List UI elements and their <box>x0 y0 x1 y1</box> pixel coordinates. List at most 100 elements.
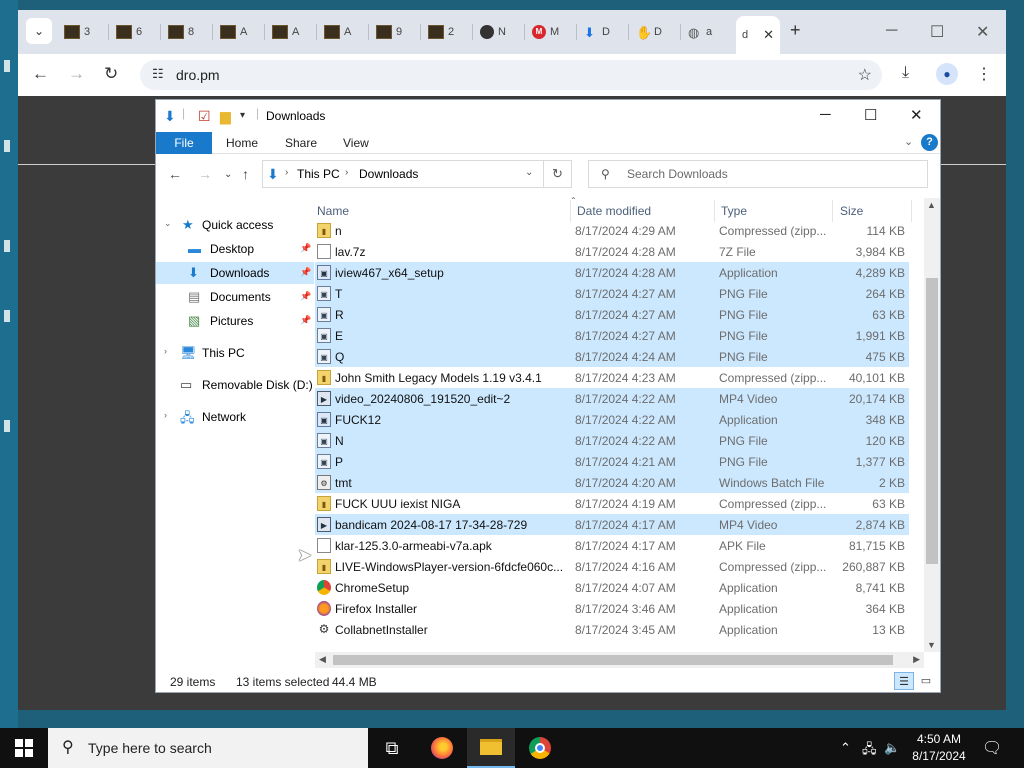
bookmark-star-icon[interactable]: ☆ <box>858 65 872 85</box>
column-divider[interactable] <box>832 200 833 222</box>
expand-ribbon-icon[interactable]: ⌄ <box>904 135 913 148</box>
desktop-icon[interactable] <box>4 60 10 72</box>
tray-chevron-icon[interactable]: ⌃ <box>840 740 851 756</box>
file-row[interactable]: ChromeSetup 8/17/2024 4:07 AM Application 8… <box>315 577 909 598</box>
nav-removable-disk[interactable]: ▭ Removable Disk (D:) <box>156 374 314 396</box>
tab-share[interactable]: Share <box>285 136 317 150</box>
up-button[interactable]: ↑ <box>242 166 249 182</box>
tab-view[interactable]: View <box>343 136 369 150</box>
file-row[interactable]: klar-125.3.0-armeabi-v7a.apk 8/17/2024 4:… <box>315 535 909 556</box>
url-text[interactable]: dro.pm <box>176 67 220 83</box>
breadcrumb-this-pc[interactable]: This PC <box>297 167 340 181</box>
volume-muted-icon[interactable]: 🔈 <box>884 740 900 756</box>
vertical-scrollbar[interactable]: ▲ ▼ <box>924 198 940 652</box>
site-info-icon[interactable]: ☷ <box>152 66 164 82</box>
system-clock[interactable]: 4:50 AM 8/17/2024 <box>908 731 970 765</box>
new-tab-button[interactable]: + <box>790 20 801 41</box>
file-row[interactable]: Firefox Installer 8/17/2024 3:46 AM Applic… <box>315 598 909 619</box>
taskbar-file-explorer[interactable] <box>467 728 515 768</box>
new-folder-icon[interactable]: ▆ <box>220 108 231 125</box>
browser-tab[interactable]: 6 <box>110 18 142 46</box>
close-window-button[interactable]: ✕ <box>910 106 923 124</box>
file-row[interactable]: ▣ Q 8/17/2024 4:24 AM PNG File 475 KB <box>315 346 909 367</box>
forward-button[interactable]: → <box>68 64 85 84</box>
browser-tab[interactable]: A <box>266 18 299 46</box>
back-button[interactable]: ← <box>32 64 49 84</box>
file-row[interactable]: ⚙ CollabnetInstaller 8/17/2024 3:45 AM Appl… <box>315 619 909 640</box>
minimize-button[interactable]: ─ <box>820 106 831 123</box>
file-row[interactable]: ▶ video_20240806_191520_edit~2 8/17/2024 4… <box>315 388 909 409</box>
file-row[interactable]: lav.7z 8/17/2024 4:28 AM 7Z File 3,984 KB <box>315 241 909 262</box>
desktop-icon[interactable] <box>4 310 10 322</box>
network-icon[interactable]: 🖧 <box>862 740 877 762</box>
address-dropdown-icon[interactable]: ⌄ <box>525 167 533 178</box>
nav-documents[interactable]: ▤ Documents 📌 <box>156 286 314 308</box>
task-view-button[interactable]: ⧉ <box>368 728 416 768</box>
nav-this-pc[interactable]: › 🖥 This PC <box>156 342 314 364</box>
help-icon[interactable]: ? <box>921 134 938 151</box>
desktop-icon[interactable] <box>4 240 10 252</box>
nav-pictures[interactable]: ▧ Pictures 📌 <box>156 310 314 332</box>
file-row[interactable]: ▣ N 8/17/2024 4:22 AM PNG File 120 KB <box>315 430 909 451</box>
chevron-right-icon[interactable]: › <box>164 346 167 356</box>
desktop-icon[interactable] <box>4 140 10 152</box>
column-header-date[interactable]: Date modified <box>577 204 651 218</box>
reload-button[interactable]: ↻ <box>104 64 118 84</box>
scroll-right-icon[interactable]: ▶ <box>913 654 920 665</box>
properties-icon[interactable]: ☑ <box>198 108 211 125</box>
browser-tab[interactable]: N <box>474 18 506 46</box>
scroll-up-icon[interactable]: ▲ <box>927 200 936 210</box>
file-row[interactable]: ▮ John Smith Legacy Models 1.19 v3.4.1 8/1… <box>315 367 909 388</box>
scroll-thumb[interactable] <box>926 278 938 564</box>
browser-tab[interactable]: MM <box>526 18 559 46</box>
chevron-right-icon[interactable]: › <box>345 167 348 178</box>
browser-tab[interactable]: 9 <box>370 18 402 46</box>
downloads-icon[interactable]: ⤓ <box>902 64 909 82</box>
chevron-right-icon[interactable]: › <box>164 410 167 420</box>
file-row[interactable]: ▶ bandicam 2024-08-17 17-34-28-729 8/17/20… <box>315 514 909 535</box>
chevron-right-icon[interactable]: › <box>285 167 288 178</box>
close-icon[interactable]: ✕ <box>763 27 774 43</box>
nav-downloads[interactable]: ⬇ Downloads 📌 <box>156 262 314 284</box>
file-row[interactable]: ▣ FUCK12 8/17/2024 4:22 AM Application 348 K… <box>315 409 909 430</box>
maximize-button[interactable]: ☐ <box>864 106 877 124</box>
start-button[interactable] <box>0 728 48 768</box>
notification-icon[interactable]: 🗨 <box>982 738 1002 758</box>
recent-locations-icon[interactable]: ⌄ <box>224 169 232 180</box>
browser-tab[interactable]: A <box>214 18 247 46</box>
minimize-button[interactable]: ─ <box>886 22 897 40</box>
refresh-button[interactable]: ↻ <box>544 160 572 188</box>
menu-kebab-icon[interactable]: ⋮ <box>976 64 992 84</box>
breadcrumb-downloads[interactable]: Downloads <box>359 167 418 181</box>
tab-file[interactable]: File <box>156 132 212 154</box>
details-view-icon[interactable]: ☰ <box>894 672 914 690</box>
column-divider[interactable] <box>570 200 571 222</box>
scroll-thumb[interactable] <box>333 655 893 665</box>
large-icons-view-icon[interactable]: ▭ <box>916 672 936 690</box>
tab-home[interactable]: Home <box>226 136 258 150</box>
file-row[interactable]: ⚙ tmt 8/17/2024 4:20 AM Windows Batch File 2… <box>315 472 909 493</box>
scroll-down-icon[interactable]: ▼ <box>927 640 936 650</box>
customize-toolbar-icon[interactable]: ▾ <box>240 110 245 121</box>
taskbar-firefox[interactable] <box>418 728 466 768</box>
column-header-size[interactable]: Size <box>840 204 863 218</box>
taskbar-search[interactable]: ⚲ Type here to search <box>48 728 368 768</box>
profile-avatar[interactable]: ● <box>936 63 958 85</box>
column-header-name[interactable]: Name <box>317 204 349 218</box>
file-row[interactable]: ▮ n 8/17/2024 4:29 AM Compressed (zipp... 11… <box>315 220 909 241</box>
column-divider[interactable] <box>911 200 912 222</box>
search-box[interactable]: ⚲ <box>588 160 928 188</box>
file-row[interactable]: ▣ T 8/17/2024 4:27 AM PNG File 264 KB <box>315 283 909 304</box>
search-input[interactable] <box>627 166 917 182</box>
chevron-down-icon[interactable]: ⌄ <box>164 218 172 229</box>
nav-network[interactable]: › 🖧 Network <box>156 406 314 428</box>
browser-tab[interactable]: 8 <box>162 18 194 46</box>
close-window-button[interactable]: ✕ <box>976 22 989 42</box>
address-bar[interactable]: ☷ dro.pm ☆ <box>140 60 882 90</box>
nav-desktop[interactable]: ▬ Desktop 📌 <box>156 238 314 260</box>
maximize-button[interactable]: ☐ <box>930 22 944 42</box>
browser-tab[interactable]: ⬇ D <box>578 18 610 46</box>
tab-search-button[interactable]: ⌄ <box>26 18 52 44</box>
browser-tab[interactable]: A <box>318 18 351 46</box>
browser-tab[interactable]: 2 <box>422 18 454 46</box>
